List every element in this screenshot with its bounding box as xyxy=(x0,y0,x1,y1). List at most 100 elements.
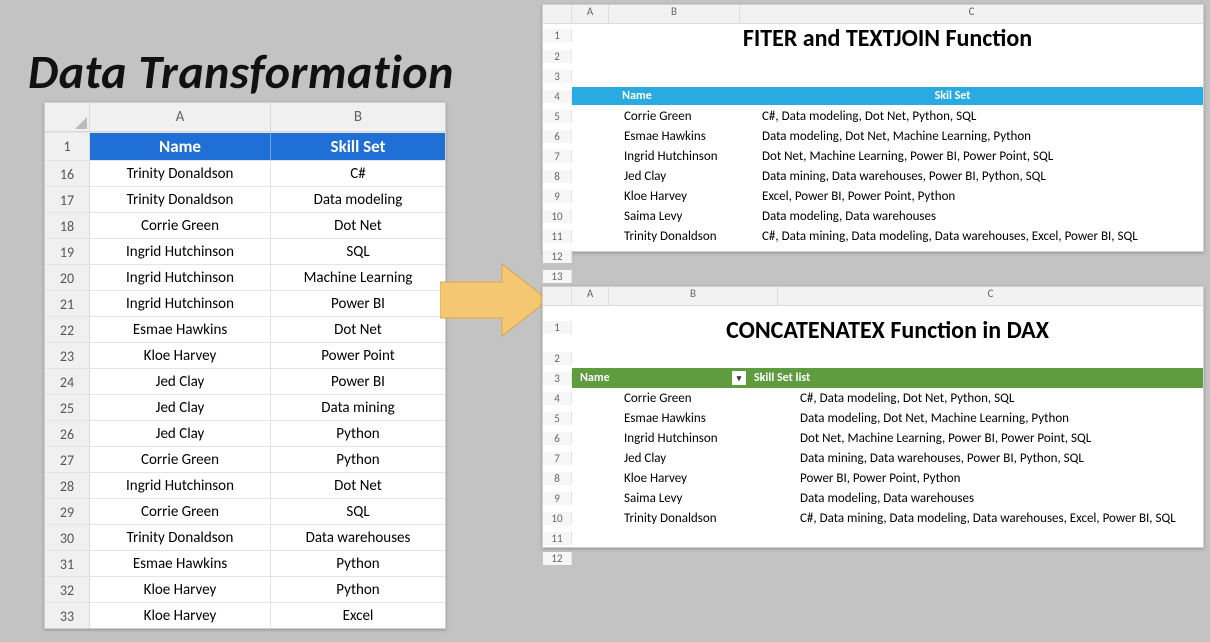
row-header[interactable]: 5 xyxy=(543,110,572,123)
row-header[interactable]: 12 xyxy=(543,250,572,263)
row-header[interactable]: 5 xyxy=(543,412,572,425)
cell-skill[interactable]: Data modeling, Data warehouses xyxy=(754,209,1203,224)
cell-skill[interactable]: Data mining xyxy=(271,394,445,420)
row-header[interactable]: 32 xyxy=(45,576,90,602)
cell-name[interactable]: Corrie Green xyxy=(90,212,271,238)
cell-name[interactable]: Esmae Hawkins xyxy=(90,316,271,342)
cell-skill[interactable]: Data modeling, Data warehouses xyxy=(792,491,1203,506)
row-header[interactable]: 18 xyxy=(45,212,90,238)
cell-name[interactable]: Saima Levy xyxy=(616,491,792,506)
row-header[interactable]: 23 xyxy=(45,342,90,368)
cell-skill[interactable]: C#, Data mining, Data modeling, Data war… xyxy=(754,229,1203,244)
row-header[interactable]: 33 xyxy=(45,602,90,628)
row-header[interactable]: 28 xyxy=(45,472,90,498)
cell-name[interactable]: Ingrid Hutchinson xyxy=(90,472,271,498)
row-header[interactable]: 12 xyxy=(543,552,572,565)
cell-name[interactable]: Ingrid Hutchinson xyxy=(616,431,792,446)
cell-skill[interactable]: C#, Data modeling, Dot Net, Python, SQL xyxy=(754,109,1203,124)
cell-skill[interactable]: Dot Net xyxy=(271,316,445,342)
row-header[interactable]: 2 xyxy=(543,50,572,63)
row-header[interactable]: 8 xyxy=(543,472,572,485)
row-header[interactable]: 4 xyxy=(543,90,572,103)
cell-name[interactable]: Trinity Donaldson xyxy=(90,524,271,550)
cell-skill[interactable]: Power BI xyxy=(271,368,445,394)
cell-skill[interactable]: C#, Data modeling, Dot Net, Python, SQL xyxy=(792,391,1203,406)
cell-name[interactable]: Trinity Donaldson xyxy=(616,511,792,526)
col-header-A[interactable]: A xyxy=(90,103,271,131)
p2-col-C[interactable]: C xyxy=(778,287,1203,305)
row-header[interactable]: 3 xyxy=(543,70,572,83)
col-header-B[interactable]: B xyxy=(271,103,445,131)
cell-skill[interactable]: Excel, Power BI, Power Point, Python xyxy=(754,189,1203,204)
row-header[interactable]: 16 xyxy=(45,160,90,186)
cell-name[interactable]: Ingrid Hutchinson xyxy=(90,264,271,290)
cell-name[interactable]: Kloe Harvey xyxy=(616,189,754,204)
row-header[interactable]: 6 xyxy=(543,432,572,445)
select-all-corner[interactable] xyxy=(45,103,90,131)
cell-name[interactable]: Esmae Hawkins xyxy=(616,129,754,144)
cell-name[interactable]: Jed Clay xyxy=(616,169,754,184)
row-header[interactable]: 19 xyxy=(45,238,90,264)
row-header[interactable]: 11 xyxy=(543,532,572,545)
row-header[interactable]: 9 xyxy=(543,492,572,505)
cell-name[interactable]: Corrie Green xyxy=(90,498,271,524)
cell-skill[interactable]: Machine Learning xyxy=(271,264,445,290)
cell-name[interactable]: Jed Clay xyxy=(90,420,271,446)
row-header[interactable]: 27 xyxy=(45,446,90,472)
row-header[interactable]: 8 xyxy=(543,170,572,183)
filter-dropdown-icon[interactable]: ▾ xyxy=(732,371,746,385)
cell-skill[interactable]: Data warehouses xyxy=(271,524,445,550)
row-header[interactable]: 26 xyxy=(45,420,90,446)
cell-skill[interactable]: Python xyxy=(271,576,445,602)
row-header[interactable]: 10 xyxy=(543,210,572,223)
cell-skill[interactable]: C#, Data mining, Data modeling, Data war… xyxy=(792,511,1203,526)
cell-skill[interactable]: SQL xyxy=(271,238,445,264)
p2-col-A[interactable]: A xyxy=(572,287,609,305)
row-header[interactable]: 1 xyxy=(543,29,572,42)
row-header[interactable]: 29 xyxy=(45,498,90,524)
row-header[interactable]: 24 xyxy=(45,368,90,394)
cell-skill[interactable]: C# xyxy=(271,160,445,186)
row-header[interactable]: 6 xyxy=(543,130,572,143)
row-header[interactable]: 21 xyxy=(45,290,90,316)
row-header[interactable]: 30 xyxy=(45,524,90,550)
row-header[interactable]: 13 xyxy=(543,270,572,283)
cell-name[interactable]: Kloe Harvey xyxy=(90,342,271,368)
cell-skill[interactable]: Power Point xyxy=(271,342,445,368)
cell-name[interactable]: Corrie Green xyxy=(616,391,792,406)
cell-name[interactable]: Esmae Hawkins xyxy=(616,411,792,426)
row-header[interactable]: 4 xyxy=(543,392,572,405)
row-header[interactable]: 9 xyxy=(543,190,572,203)
cell-name[interactable]: Jed Clay xyxy=(616,451,792,466)
cell-skill[interactable]: Data mining, Data warehouses, Power BI, … xyxy=(754,169,1203,184)
cell-skill[interactable]: Dot Net xyxy=(271,212,445,238)
p2-col-B[interactable]: B xyxy=(609,287,778,305)
row-header-1[interactable]: 1 xyxy=(45,132,90,160)
cell-skill[interactable]: Python xyxy=(271,420,445,446)
cell-skill[interactable]: Python xyxy=(271,446,445,472)
cell-skill[interactable]: Data modeling xyxy=(271,186,445,212)
cell-skill[interactable]: SQL xyxy=(271,498,445,524)
row-header[interactable]: 3 xyxy=(543,372,572,385)
row-header[interactable]: 11 xyxy=(543,230,572,243)
row-header[interactable]: 1 xyxy=(543,321,572,334)
cell-name[interactable]: Corrie Green xyxy=(616,109,754,124)
cell-name[interactable]: Jed Clay xyxy=(90,368,271,394)
cell-skill[interactable]: Dot Net, Machine Learning, Power BI, Pow… xyxy=(792,431,1203,446)
cell-name[interactable]: Kloe Harvey xyxy=(90,602,271,628)
cell-name[interactable]: Corrie Green xyxy=(90,446,271,472)
cell-skill[interactable]: Dot Net xyxy=(271,472,445,498)
row-header[interactable]: 17 xyxy=(45,186,90,212)
cell-name[interactable]: Saima Levy xyxy=(616,209,754,224)
row-header[interactable]: 10 xyxy=(543,512,572,525)
cell-name[interactable]: Trinity Donaldson xyxy=(90,186,271,212)
cell-skill[interactable]: Python xyxy=(271,550,445,576)
row-header[interactable]: 22 xyxy=(45,316,90,342)
cell-skill[interactable]: Excel xyxy=(271,602,445,628)
cell-skill[interactable]: Power BI xyxy=(271,290,445,316)
cell-name[interactable]: Kloe Harvey xyxy=(616,471,792,486)
row-header[interactable]: 7 xyxy=(543,452,572,465)
row-header[interactable]: 20 xyxy=(45,264,90,290)
cell-skill[interactable]: Data modeling, Dot Net, Machine Learning… xyxy=(754,129,1203,144)
row-header[interactable]: 7 xyxy=(543,150,572,163)
